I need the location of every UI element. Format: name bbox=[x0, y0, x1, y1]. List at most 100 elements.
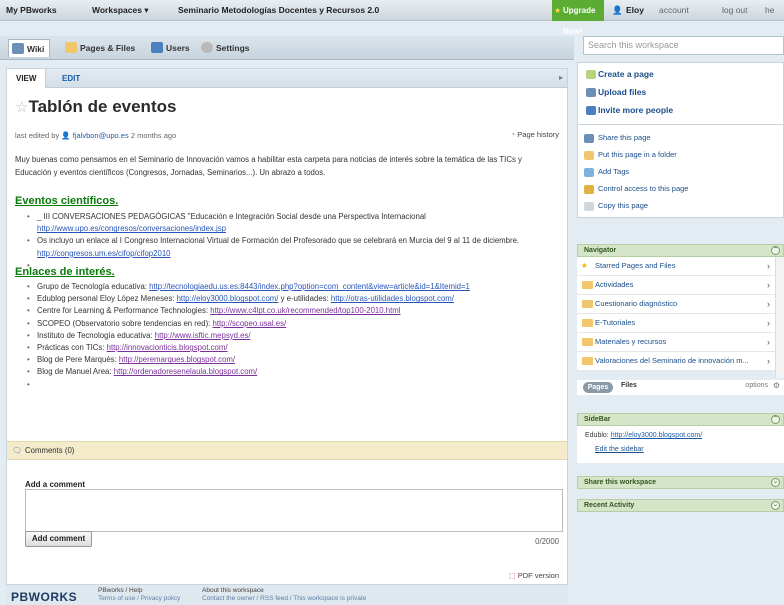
pdf-version-link[interactable]: ⬚ PDF version bbox=[509, 571, 559, 580]
resource-link[interactable]: http://eloy3000.blogspot.com/ bbox=[177, 294, 279, 303]
tab-edit[interactable]: EDIT bbox=[53, 69, 89, 88]
page-history-link[interactable]: ◔ Page history bbox=[511, 130, 559, 139]
collapse-icon[interactable]: ⌃ bbox=[771, 415, 780, 424]
event-link[interactable]: http://www.upo.es/congresos/conversacion… bbox=[37, 224, 226, 233]
tab-wiki[interactable]: Wiki bbox=[8, 39, 50, 57]
resource-link[interactable]: http://peremarques.blogspot.com/ bbox=[119, 355, 235, 364]
navigator-title: Navigator bbox=[584, 247, 617, 254]
share-icon bbox=[584, 134, 594, 143]
nav-item-label: E-Tutoriales bbox=[595, 318, 636, 327]
tab-users[interactable]: Users bbox=[148, 39, 190, 57]
nav-item-cuestionario[interactable]: Cuestionario diagnóstico › bbox=[577, 295, 775, 314]
link-text: Instituto de Tecnología educativa: bbox=[37, 330, 153, 340]
help-link[interactable]: he bbox=[765, 0, 774, 21]
control-access-link[interactable]: Control access to this page bbox=[584, 184, 688, 194]
key-icon bbox=[584, 185, 594, 194]
resource-link[interactable]: http://innovacionticis.blogspot.com/ bbox=[107, 343, 228, 352]
copy-icon bbox=[584, 202, 594, 211]
tab-view[interactable]: VIEW bbox=[7, 69, 47, 88]
list-item: Blog de Manuel Area: http://ordenadorese… bbox=[27, 366, 562, 378]
tags-label: Add Tags bbox=[598, 167, 630, 176]
tab-wiki-label: Wiki bbox=[27, 44, 45, 54]
comments-toggle[interactable]: 🗨 Comments (0) bbox=[7, 441, 567, 460]
star-icon[interactable]: ☆ bbox=[15, 99, 28, 116]
resource-link[interactable]: http://www.c4lpt.co.uk/recommended/top10… bbox=[210, 306, 400, 315]
page-title-text: Tablón de eventos bbox=[28, 97, 177, 116]
resource-link[interactable]: http://otras-utilidades.blogspot.com/ bbox=[331, 294, 454, 303]
tag-icon bbox=[584, 168, 594, 177]
comment-textarea[interactable] bbox=[25, 489, 563, 532]
tab-users-label: Users bbox=[166, 43, 190, 53]
nav-item-valoraciones[interactable]: Valoraciones del Seminario de innovación… bbox=[577, 352, 775, 371]
tab-pages-files[interactable]: Pages & Files bbox=[62, 39, 135, 57]
recent-activity-header[interactable]: Recent Activity ⌄ bbox=[577, 499, 784, 512]
share-page-link[interactable]: Share this page bbox=[584, 133, 651, 143]
copy-page-link[interactable]: Copy this page bbox=[584, 201, 648, 211]
add-comment-button[interactable]: Add comment bbox=[25, 531, 92, 547]
my-pbworks-link[interactable]: My PBworks bbox=[6, 0, 57, 21]
users-icon bbox=[586, 106, 596, 115]
nav-item-etutoriales[interactable]: E-Tutoriales › bbox=[577, 314, 775, 333]
link-text: SCOPEO (Observatorio sobre tendencias en… bbox=[37, 318, 211, 328]
nav-item-label: Materiales y recursos bbox=[595, 337, 667, 346]
heading-events: Eventos científicos. bbox=[15, 195, 119, 207]
navigator-scrollbar[interactable] bbox=[775, 257, 784, 378]
logout-link[interactable]: log out bbox=[722, 0, 748, 21]
tab-settings-label: Settings bbox=[216, 43, 250, 53]
collapse-icon[interactable]: ⌃ bbox=[771, 246, 780, 255]
resource-link[interactable]: http://www.isftic.mepsyd.es/ bbox=[155, 331, 251, 340]
chevron-right-icon: › bbox=[767, 337, 770, 347]
search-input[interactable]: Search this workspace bbox=[583, 36, 784, 55]
list-item: Os incluyo un enlace al I Congreso Inter… bbox=[27, 235, 562, 259]
pages-toggle[interactable]: Pages bbox=[583, 382, 613, 393]
navigator-header[interactable]: Navigator ⌃ bbox=[577, 244, 784, 257]
resource-link[interactable]: http://tecnologiaedu.us.es:8443/index.ph… bbox=[149, 282, 470, 291]
list-item: Grupo de Tecnología educativa: http://te… bbox=[27, 281, 562, 293]
upgrade-button[interactable]: ★ Upgrade Now! bbox=[552, 0, 604, 36]
folder-icon bbox=[582, 357, 593, 365]
folder-icon bbox=[582, 281, 593, 289]
link-text: y e-utilidades: bbox=[280, 294, 329, 304]
nav-item-starred[interactable]: ★ Starred Pages and Files › bbox=[577, 257, 775, 276]
page-title: ☆Tablón de eventos bbox=[15, 97, 176, 117]
sidebar-link[interactable]: http://eloy3000.blogspot.com/ bbox=[611, 432, 702, 439]
list-item: Centre for Learning & Performance Techno… bbox=[27, 305, 562, 317]
workspaces-menu[interactable]: Workspaces ▾ bbox=[92, 0, 149, 21]
folder-page-link[interactable]: Put this page in a folder bbox=[584, 150, 677, 160]
footer-help-link[interactable]: PBworks / Help bbox=[98, 587, 180, 595]
add-tags-link[interactable]: Add Tags bbox=[584, 167, 630, 177]
nav-item-actividades[interactable]: Actividades › bbox=[577, 276, 775, 295]
footer-terms-link[interactable]: Terms of use / Privacy policy bbox=[98, 595, 180, 603]
resource-link[interactable]: http://ordenadoresenelaula.blogspot.com/ bbox=[114, 367, 257, 376]
user-name[interactable]: Eloy bbox=[626, 0, 644, 21]
upload-files-link[interactable]: Upload files bbox=[586, 87, 646, 97]
gear-icon[interactable]: ⚙ bbox=[773, 381, 780, 390]
meta-user-link[interactable]: fjalvbon@upo.es bbox=[73, 131, 129, 140]
add-comment-label: Add a comment bbox=[25, 480, 86, 489]
list-item: _ III CONVERSACIONES PEDAGÓGICAS "Educac… bbox=[27, 211, 562, 235]
tab-settings[interactable]: Settings bbox=[198, 39, 250, 57]
comment-icon: 🗨 bbox=[12, 446, 22, 455]
options-link[interactable]: options bbox=[745, 382, 768, 389]
expand-icon[interactable]: ⌄ bbox=[771, 478, 780, 487]
upload-icon bbox=[586, 88, 596, 97]
edit-sidebar-link[interactable]: Edit the sidebar bbox=[595, 446, 644, 453]
create-page-link[interactable]: Create a page bbox=[586, 69, 654, 79]
top-bar: My PBworks Workspaces ▾ Seminario Metodo… bbox=[0, 0, 784, 36]
nav-item-label: Cuestionario diagnóstico bbox=[595, 299, 678, 308]
files-toggle[interactable]: Files bbox=[621, 382, 637, 389]
history-icon: ◔ bbox=[510, 130, 516, 139]
account-link[interactable]: account bbox=[659, 0, 689, 21]
event-link[interactable]: http://congresos.um.es/cifop/cifop2010 bbox=[37, 249, 171, 258]
workspace-name[interactable]: Seminario Metodologías Docentes y Recurs… bbox=[178, 0, 379, 21]
nav-item-materiales[interactable]: Materiales y recursos › bbox=[577, 333, 775, 352]
share-workspace-header[interactable]: Share this workspace ⌄ bbox=[577, 476, 784, 489]
pdf-icon: ⬚ bbox=[508, 571, 516, 580]
resource-link[interactable]: http://scopeo.usal.es/ bbox=[213, 319, 287, 328]
sidebar-header[interactable]: SideBar ⌃ bbox=[577, 413, 784, 426]
footer-contact-link[interactable]: Contact the owner / RSS feed / This work… bbox=[202, 595, 366, 603]
footer-col-help: PBworks / Help Terms of use / Privacy pol… bbox=[98, 587, 180, 603]
invite-people-link[interactable]: Invite more people bbox=[586, 105, 673, 115]
expand-icon[interactable]: ⌄ bbox=[771, 501, 780, 510]
collapse-arrow-icon[interactable]: ▸ bbox=[559, 73, 563, 82]
